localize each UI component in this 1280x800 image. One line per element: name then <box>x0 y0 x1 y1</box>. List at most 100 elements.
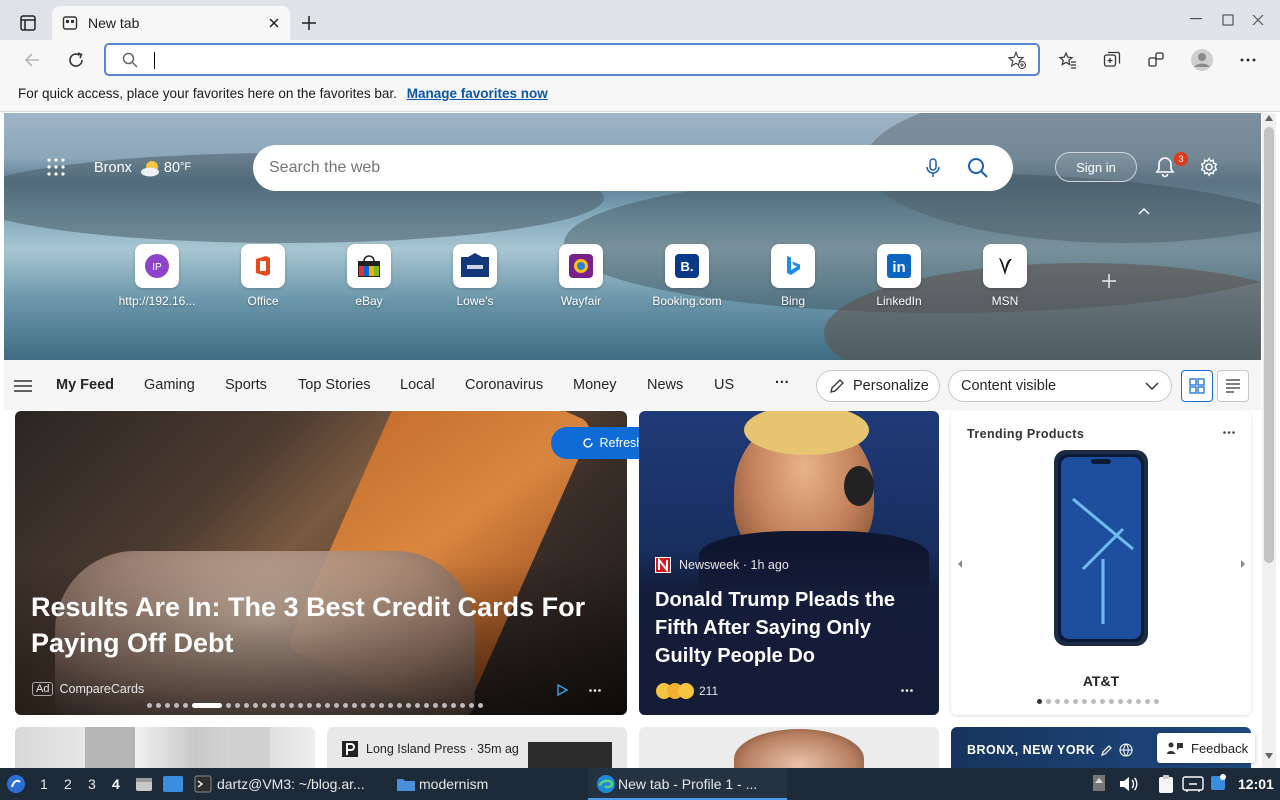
refresh-icon[interactable] <box>67 51 85 69</box>
feed-tab-coronavirus[interactable]: Coronavirus <box>465 377 543 393</box>
ebay-icon <box>358 255 380 277</box>
file-manager-icon[interactable] <box>135 775 153 793</box>
address-bar[interactable] <box>104 43 1040 76</box>
tab-actions-icon[interactable] <box>20 15 36 31</box>
feed-tab-sports[interactable]: Sports <box>225 377 267 393</box>
grid-view-button[interactable] <box>1181 370 1213 402</box>
quick-link-wayfair[interactable]: Wayfair <box>531 244 631 316</box>
personalize-button[interactable]: Personalize <box>816 370 940 402</box>
web-search-input[interactable] <box>269 157 889 179</box>
taskbar-browser[interactable]: New tab - Profile 1 - ... <box>618 776 757 792</box>
weather-card-location: BRONX, NEW YORK <box>967 743 1096 757</box>
card-more-icon[interactable] <box>1223 431 1235 434</box>
desktop-icon[interactable] <box>162 775 184 793</box>
feed-tab-money[interactable]: Money <box>573 377 617 393</box>
feedback-button[interactable]: Feedback <box>1157 733 1255 763</box>
search-submit-icon[interactable] <box>967 157 989 179</box>
feed-more-button[interactable]: ··· <box>775 375 790 391</box>
back-icon[interactable] <box>23 51 41 69</box>
long-island-press-logo-icon <box>342 741 358 757</box>
personalize-label: Personalize <box>853 378 929 394</box>
carousel-dots[interactable] <box>145 703 485 708</box>
carousel-prev-icon[interactable] <box>957 559 963 569</box>
clipboard-icon[interactable] <box>1157 774 1175 794</box>
list-view-button[interactable] <box>1217 370 1249 402</box>
edit-location-icon[interactable] <box>1101 744 1113 756</box>
news-card-trump[interactable]: Newsweek · 1h ago Donald Trump Pleads th… <box>639 411 939 715</box>
feed-tab-us[interactable]: US <box>714 377 734 393</box>
scrollbar-thumb[interactable] <box>1264 127 1274 563</box>
sign-in-button[interactable]: Sign in <box>1055 152 1137 182</box>
quick-link-label: Lowe's <box>456 294 494 308</box>
lowes-icon <box>461 253 489 277</box>
card-title[interactable]: Donald Trump Pleads the Fifth After Sayi… <box>655 586 925 670</box>
tray-updates-icon[interactable] <box>1092 774 1106 792</box>
feed-tab-my-feed[interactable]: My Feed <box>56 377 114 393</box>
notifications-bell-icon[interactable] <box>1155 156 1175 178</box>
extensions-icon[interactable] <box>1147 51 1165 69</box>
add-quick-link-icon[interactable] <box>1101 273 1117 289</box>
news-card-portrait[interactable] <box>639 727 939 768</box>
network-icon[interactable] <box>1182 775 1204 793</box>
quick-link-linkedin[interactable]: in LinkedIn <box>849 244 949 316</box>
quick-link-ebay[interactable]: eBay <box>319 244 419 316</box>
maximize-icon[interactable] <box>1222 14 1234 26</box>
quick-link-ip[interactable]: IP http://192.16... <box>107 244 207 316</box>
quick-link-msn[interactable]: MSN <box>955 244 1055 316</box>
address-input[interactable] <box>150 51 990 69</box>
settings-gear-icon[interactable] <box>1199 157 1219 177</box>
trending-products-card[interactable]: Trending Products AT&T <box>951 411 1251 715</box>
minimize-icon[interactable] <box>1190 18 1202 20</box>
page-scrollbar[interactable] <box>1262 113 1276 768</box>
workspace-2[interactable]: 2 <box>64 776 72 792</box>
workspace-1[interactable]: 1 <box>40 776 48 792</box>
notification-icon[interactable] <box>1210 774 1226 792</box>
more-menu-icon[interactable] <box>1240 58 1256 62</box>
quick-link-office[interactable]: Office <box>213 244 313 316</box>
feed-menu-icon[interactable] <box>14 380 32 392</box>
microphone-image <box>844 466 874 506</box>
favorites-icon[interactable] <box>1059 51 1077 69</box>
phone-product-image[interactable] <box>1053 449 1149 649</box>
clock: 12:01 <box>1238 776 1274 792</box>
profile-avatar-icon[interactable] <box>1190 48 1214 72</box>
feed-tab-gaming[interactable]: Gaming <box>144 377 195 393</box>
adchoices-icon[interactable] <box>556 684 568 696</box>
card-title[interactable]: Results Are In: The 3 Best Credit Cards … <box>31 589 621 661</box>
taskbar-terminal[interactable]: dartz@VM3: ~/blog.ar... <box>217 776 365 792</box>
weather-widget[interactable]: Bronx 80 °F <box>94 159 191 177</box>
quick-link-bing[interactable]: Bing <box>743 244 843 316</box>
news-card-image[interactable] <box>15 727 315 768</box>
product-carousel-dots[interactable] <box>1035 699 1161 704</box>
carousel-next-icon[interactable] <box>1240 559 1246 569</box>
workspace-3[interactable]: 3 <box>88 776 96 792</box>
feed-tab-news[interactable]: News <box>647 377 683 393</box>
feed-tab-top-stories[interactable]: Top Stories <box>298 377 371 393</box>
new-tab-button[interactable] <box>301 15 317 31</box>
taskbar-folder[interactable]: modernism <box>419 776 488 792</box>
ad-card-credit-cards[interactable]: Results Are In: The 3 Best Credit Cards … <box>15 411 627 715</box>
quick-link-booking[interactable]: B. Booking.com <box>637 244 737 316</box>
feed-tab-local[interactable]: Local <box>400 377 435 393</box>
volume-icon[interactable] <box>1118 775 1138 793</box>
quick-link-lowes[interactable]: Lowe's <box>425 244 525 316</box>
weather-temperature: 80 <box>163 160 181 176</box>
close-window-icon[interactable] <box>1252 14 1264 26</box>
close-tab-icon[interactable] <box>268 17 280 29</box>
apps-launcher-icon[interactable] <box>47 158 65 176</box>
start-menu-icon[interactable] <box>6 774 26 794</box>
collections-icon[interactable] <box>1103 51 1121 69</box>
card-more-icon[interactable] <box>589 689 601 692</box>
product-name[interactable]: AT&T <box>951 673 1251 689</box>
add-favorite-icon[interactable] <box>1008 51 1026 69</box>
manage-favorites-link[interactable]: Manage favorites now <box>407 86 548 101</box>
card-more-icon[interactable] <box>901 689 913 692</box>
card-source: CompareCards <box>59 682 145 696</box>
microphone-icon[interactable] <box>925 158 941 178</box>
collapse-chevron-icon[interactable] <box>1138 207 1150 215</box>
workspace-4[interactable]: 4 <box>112 776 120 792</box>
news-card-long-island-press[interactable]: Long Island Press · 35m ag <box>327 727 627 768</box>
web-search-box[interactable] <box>253 145 1013 191</box>
tab-new-tab[interactable]: New tab <box>52 6 290 40</box>
content-visibility-select[interactable]: Content visible <box>948 370 1172 402</box>
